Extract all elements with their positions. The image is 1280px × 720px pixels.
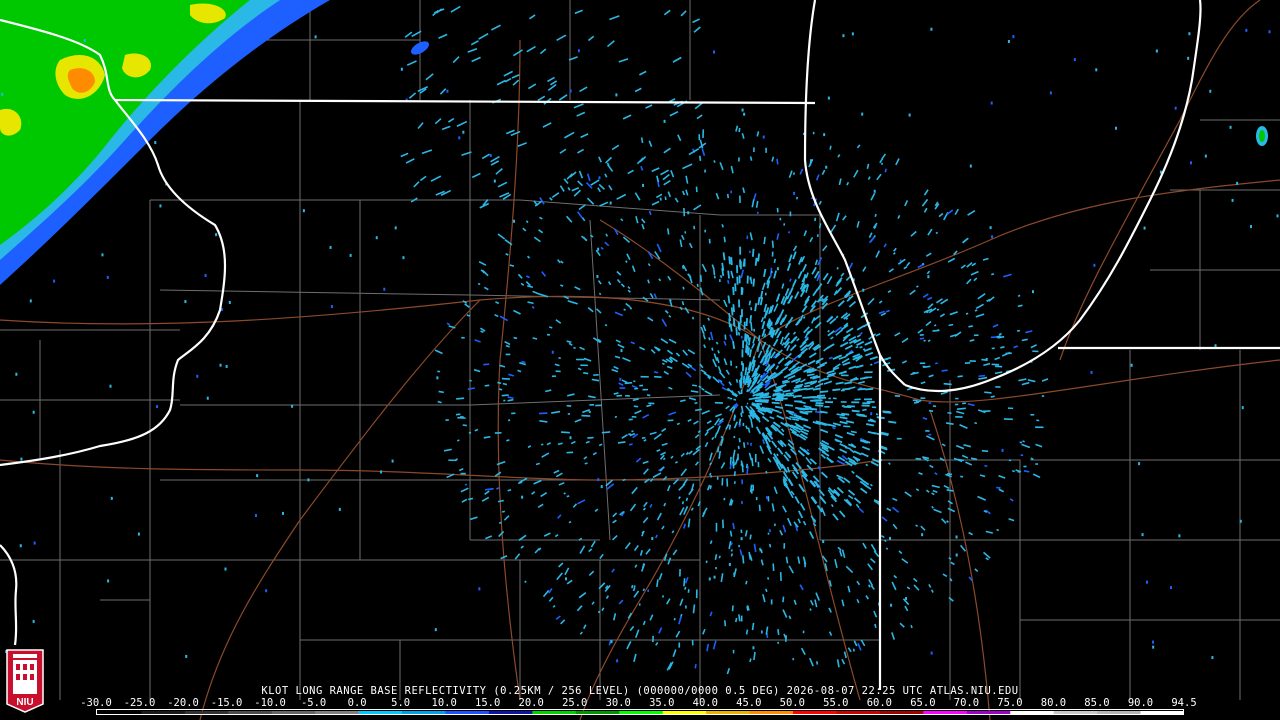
colorbar-segment [1010,711,1055,714]
scale-label: -20.0 [167,697,199,709]
scale-label: 80.0 [1040,697,1067,709]
product-title: KLOT LONG RANGE BASE REFLECTIVITY (0.25K… [261,685,1019,697]
colorbar-segment [793,711,837,714]
scale-label: -10.0 [254,697,286,709]
colorbar-segment [315,711,360,714]
colorbar-segment [271,711,316,714]
reflectivity-scale-labels: -30.0 -25.0 -20.0 -15.0 -10.0 -5.0 0.0 5.0 10.0 1… [80,697,1196,709]
scale-label: 90.0 [1127,697,1154,709]
scale-label: -30.0 [80,697,112,709]
scale-label: 85.0 [1084,697,1110,709]
colorbar-segment [402,711,447,714]
colorbar-segment [706,711,751,714]
colorbar-segment [228,711,273,714]
scale-label: 55.0 [823,697,849,709]
colorbar-segment [98,711,142,714]
reflectivity-colorbar [96,709,1184,715]
scale-label: 94.5 [1171,697,1197,709]
scale-label: 10.0 [431,697,457,709]
colorbar-segment [141,711,186,714]
radar-map [0,0,1280,720]
niu-logo-text: NIU [16,697,33,708]
colorbar-segment [923,711,968,714]
scale-label: 30.0 [605,697,631,709]
scale-label: 5.0 [391,697,411,709]
colorbar-segment [879,711,924,714]
scale-label: 25.0 [562,697,588,709]
colorbar-segment [575,711,620,714]
colorbar-segment [749,711,794,714]
scale-label: 65.0 [910,697,936,709]
colorbar-segment [836,711,881,714]
scale-label: 60.0 [866,697,893,709]
scale-label: -25.0 [123,697,156,709]
colorbar-segment [488,711,533,714]
colorbar-segment [619,711,664,714]
scale-label: 70.0 [953,697,980,709]
scale-label: 15.0 [475,697,501,709]
scale-label: 75.0 [997,697,1023,709]
niu-logo: NIU [6,649,44,713]
scale-label: -5.0 [300,697,327,709]
map-background [0,0,1280,720]
scale-label: -15.0 [210,697,243,709]
colorbar-segment [532,711,577,714]
scale-label: 35.0 [649,697,675,709]
colorbar-segment [662,711,707,714]
colorbar-segment [1097,711,1142,714]
scale-label: 40.0 [692,697,718,709]
colorbar-segment [184,711,229,714]
colorbar-segment [1053,711,1098,714]
colorbar-segment [445,711,490,714]
scale-label: 50.0 [779,697,805,709]
colorbar-segment [1140,711,1183,714]
colorbar-segment [358,711,403,714]
scale-label: 0.0 [347,697,367,709]
scale-label: 45.0 [736,697,762,709]
colorbar-segment [966,711,1011,714]
scale-label: 20.0 [518,697,544,709]
